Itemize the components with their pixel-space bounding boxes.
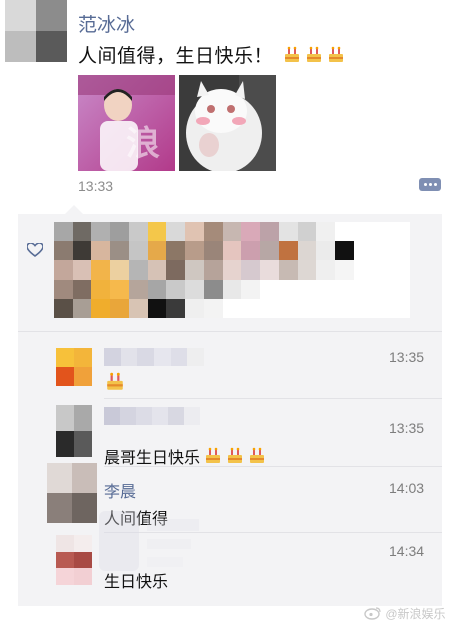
commenter-avatar[interactable] (47, 463, 97, 523)
author-avatar[interactable] (5, 0, 67, 62)
commenter-name[interactable]: 李晨 (104, 478, 136, 502)
comment-text: 晨哥生日快乐 (104, 444, 266, 468)
dot-icon (434, 183, 437, 186)
comment-text-content: 晨哥生日快乐 (104, 450, 201, 467)
dot-icon (424, 183, 427, 186)
commenter-name[interactable] (104, 407, 200, 425)
cake-icon (306, 46, 321, 62)
post-text-content: 人间值得，生日快乐！ (78, 46, 274, 67)
comment-time: 14:03 (389, 480, 425, 496)
commenter-name[interactable] (104, 348, 204, 366)
comment-divider (104, 466, 442, 467)
cake-icon (228, 447, 243, 463)
comment-divider (104, 398, 442, 399)
comment-caret-icon (64, 205, 84, 215)
source-watermark: @新浪娱乐 (364, 605, 446, 622)
cake-icon (284, 46, 299, 62)
commenter-avatar[interactable] (56, 405, 92, 457)
post-photo-2[interactable] (179, 75, 276, 171)
commenter-avatar[interactable] (56, 535, 92, 585)
cake-icon (250, 447, 265, 463)
comment-time: 14:34 (389, 543, 425, 559)
cake-emoji-icons (279, 46, 345, 67)
post-text: 人间值得，生日快乐！ (78, 41, 345, 68)
weibo-icon (364, 607, 381, 620)
cake-icon (206, 447, 221, 463)
commenter-avatar[interactable] (56, 348, 92, 386)
comment-text: 生日快乐 (104, 574, 169, 591)
dot-icon (429, 183, 432, 186)
likes-divider (18, 331, 442, 332)
comment-time: 13:35 (389, 349, 425, 365)
comment-time: 13:35 (389, 420, 425, 436)
liked-users-avatars (54, 222, 410, 318)
cake-icon (107, 372, 123, 390)
cake-icon (328, 46, 343, 62)
post-photo-1[interactable]: 浪 (78, 75, 175, 171)
post-time: 13:33 (78, 178, 114, 194)
watermark-text: @新浪娱乐 (385, 607, 446, 621)
author-name[interactable]: 范冰冰 (78, 10, 135, 37)
more-actions-button[interactable] (419, 178, 441, 191)
svg-text:浪: 浪 (126, 124, 160, 164)
heart-icon[interactable] (27, 243, 43, 257)
